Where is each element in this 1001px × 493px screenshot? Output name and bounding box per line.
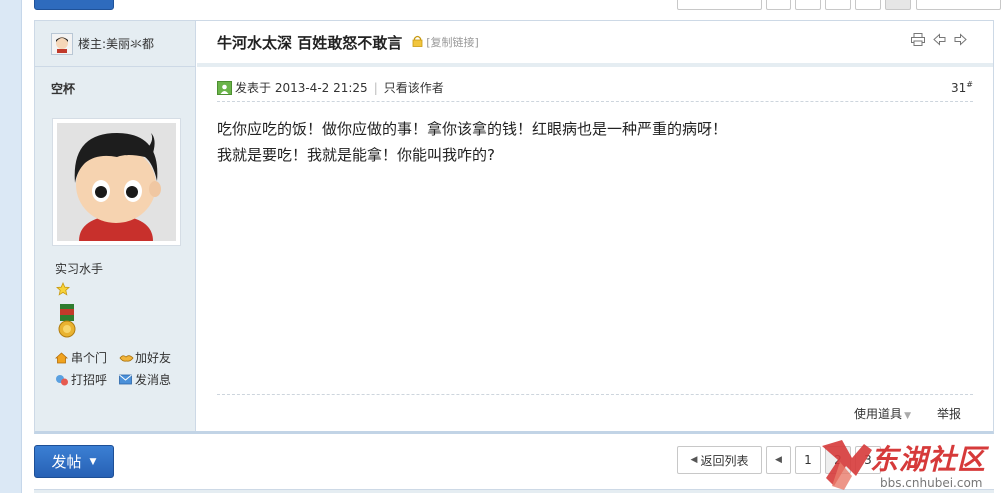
report-link[interactable]: 举报 bbox=[937, 405, 961, 422]
op-label: 楼主: bbox=[78, 37, 107, 51]
meta-separator: | bbox=[373, 80, 378, 95]
thread-title-bar: 牛河水太深 百姓敢怒不敢言 [复制链接] bbox=[197, 21, 993, 67]
back-to-list-button[interactable]: ◀ 返回列表 bbox=[677, 446, 762, 474]
add-friend-button[interactable]: 加好友 bbox=[119, 349, 171, 366]
online-author-icon bbox=[217, 80, 232, 95]
post-meta: 发表于 2013-4-2 21:25 | 只看该作者 31# bbox=[217, 80, 973, 102]
thread-title: 牛河水太深 百姓敢怒不敢言 bbox=[217, 33, 403, 52]
op-name[interactable]: 美丽氺都 bbox=[106, 35, 154, 52]
add-friend-label: 加好友 bbox=[135, 351, 172, 365]
top-page-button[interactable] bbox=[795, 0, 821, 10]
post-container: 楼主: 美丽氺都 空杯 实习水手 串个门 加好友 打招呼 发消息 牛河水太深 百… bbox=[34, 20, 994, 434]
new-post-label: 发帖 bbox=[51, 453, 82, 471]
visit-button[interactable]: 串个门 bbox=[54, 349, 108, 366]
greet-label: 打招呼 bbox=[71, 373, 108, 387]
top-back-list-button[interactable] bbox=[677, 0, 762, 10]
page-button[interactable]: 1 bbox=[795, 446, 821, 474]
chevron-down-icon: ▼ bbox=[904, 411, 911, 421]
op-avatar-icon[interactable] bbox=[51, 32, 73, 55]
next-thread-icon[interactable] bbox=[954, 33, 967, 49]
page-gutter bbox=[0, 0, 22, 493]
author-username[interactable]: 空杯 bbox=[51, 80, 75, 97]
star-icon bbox=[56, 281, 70, 299]
lock-icon bbox=[412, 35, 423, 50]
print-icon[interactable] bbox=[911, 33, 925, 49]
site-watermark: 东湖社区 bbs.cnhubei.com bbox=[820, 436, 1001, 493]
home-icon bbox=[54, 351, 69, 364]
avatar-image bbox=[57, 123, 176, 241]
post-line: 吃你应吃的饭！做你应做的事！拿你该拿的钱！红眼病也是一种严重的病呀！ bbox=[217, 120, 728, 138]
new-post-button[interactable]: 发帖 ▼ bbox=[34, 445, 114, 478]
use-tool-label: 使用道具 bbox=[854, 407, 903, 421]
chat-bubble-icon bbox=[55, 374, 68, 386]
floor-value: 31 bbox=[951, 81, 967, 95]
chevron-down-icon: ▼ bbox=[89, 456, 97, 467]
user-rank: 实习水手 bbox=[55, 262, 104, 276]
envelope-icon bbox=[119, 374, 132, 386]
back-arrow-icon: ◀ bbox=[690, 455, 698, 465]
post-bottom-tools: 使用道具 ▼ 举报 bbox=[854, 405, 961, 422]
use-tool-menu[interactable]: 使用道具 ▼ bbox=[854, 405, 911, 422]
floor-mark: # bbox=[966, 80, 973, 89]
top-prev-button[interactable] bbox=[766, 0, 791, 10]
author-sidebar: 楼主: 美丽氺都 空杯 实习水手 串个门 加好友 打招呼 发消息 bbox=[35, 21, 196, 431]
prev-thread-icon[interactable] bbox=[933, 33, 946, 49]
post-divider bbox=[217, 394, 973, 395]
top-post-button[interactable] bbox=[34, 0, 114, 10]
greet-button[interactable]: 打招呼 bbox=[55, 371, 107, 388]
message-button[interactable]: 发消息 bbox=[119, 371, 171, 388]
visit-label: 串个门 bbox=[71, 351, 108, 365]
back-to-list-label: 返回列表 bbox=[700, 453, 749, 468]
avatar[interactable] bbox=[52, 118, 181, 246]
posted-at: 发表于 2013-4-2 21:25 bbox=[235, 81, 368, 95]
medal-icon[interactable] bbox=[57, 304, 77, 341]
message-label: 发消息 bbox=[135, 373, 172, 387]
top-page-jump[interactable] bbox=[916, 0, 1001, 10]
floor-number[interactable]: 31# bbox=[951, 80, 973, 95]
op-header: 楼主: 美丽氺都 bbox=[35, 21, 195, 67]
only-author-link[interactable]: 只看该作者 bbox=[384, 79, 444, 96]
chevron-left-icon: ◀ bbox=[775, 455, 782, 465]
watermark-url: bbs.cnhubei.com bbox=[880, 476, 983, 490]
title-tools bbox=[911, 33, 967, 49]
copy-link[interactable]: [复制链接] bbox=[426, 34, 479, 50]
post-line: 我就是要吃！我就是能拿！你能叫我咋的? bbox=[217, 146, 495, 164]
prev-page-button[interactable]: ◀ bbox=[766, 446, 791, 474]
post-main: 牛河水太深 百姓敢怒不敢言 [复制链接] 发表于 2013-4-2 21:25 … bbox=[197, 21, 993, 431]
watermark-brand: 东湖社区 bbox=[870, 443, 987, 476]
post-content: 吃你应吃的饭！做你应做的事！拿你该拿的钱！红眼病也是一种严重的病呀！ 我就是要吃… bbox=[217, 116, 973, 168]
top-page-button[interactable] bbox=[855, 0, 881, 10]
top-page-button-current[interactable] bbox=[885, 0, 911, 10]
handshake-icon bbox=[119, 352, 134, 364]
page-label: 1 bbox=[804, 453, 812, 467]
top-page-button[interactable] bbox=[825, 0, 851, 10]
